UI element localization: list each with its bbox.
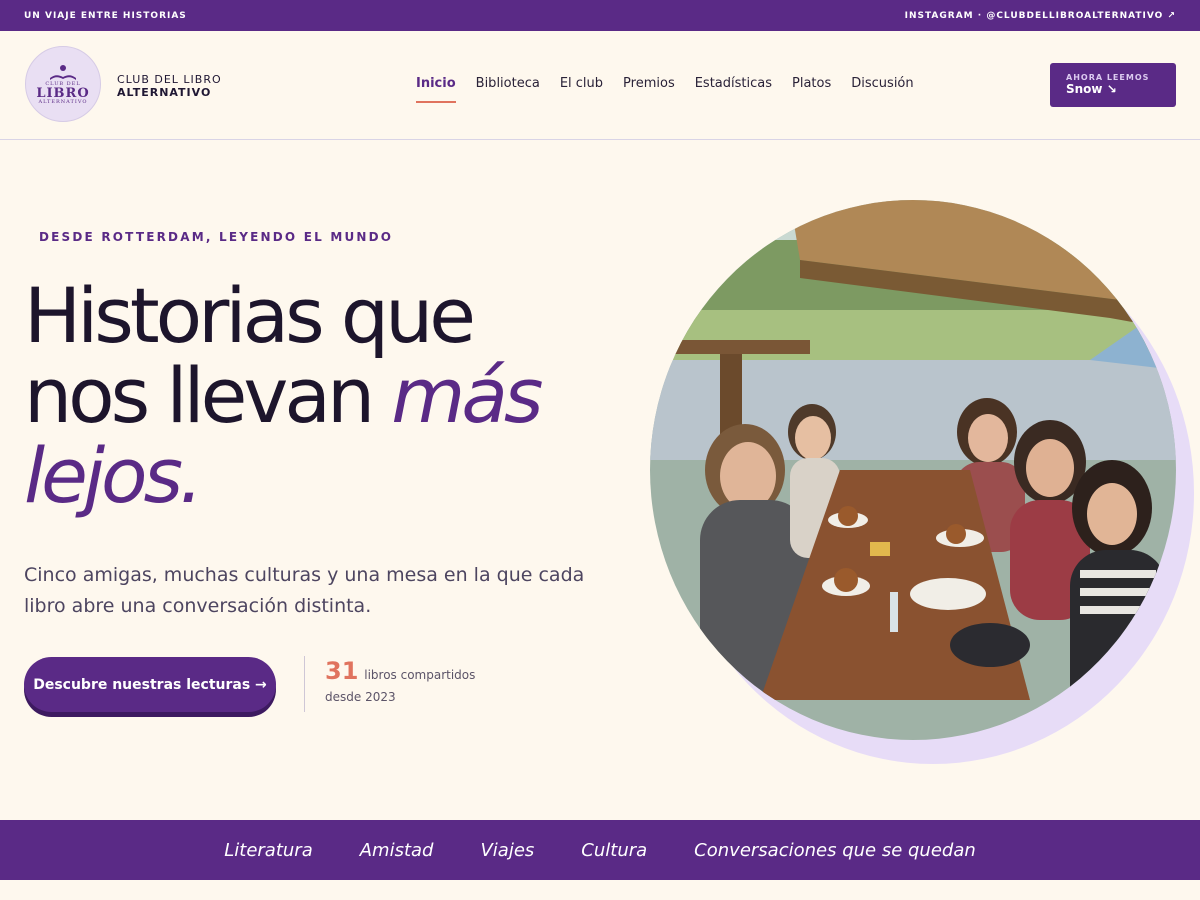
- logo-line-2: LIBRO: [36, 85, 90, 101]
- main-nav: Inicio Biblioteca El club Premios Estadí…: [416, 76, 914, 103]
- hero-title: Historias que nos llevan más lejos.: [24, 276, 634, 516]
- nav-item-el-club[interactable]: El club: [560, 76, 603, 103]
- theme-literatura: Literatura: [224, 839, 313, 861]
- hero-photo: [650, 200, 1176, 740]
- now-reading-title: Snow ↘: [1066, 82, 1117, 96]
- nav-item-discusion[interactable]: Discusión: [851, 76, 913, 103]
- nav-item-inicio[interactable]: Inicio: [416, 76, 456, 103]
- hero-eyebrow: DESDE ROTTERDAM, LEYENDO EL MUNDO: [39, 230, 394, 244]
- open-book-icon: [50, 64, 76, 80]
- themes-band: Literatura Amistad Viajes Cultura Conver…: [0, 820, 1200, 880]
- books-stat: 31 libros compartidos desde 2023: [325, 657, 476, 708]
- theme-viajes: Viajes: [480, 839, 535, 861]
- tagline: UN VIAJE ENTRE HISTORIAS: [24, 10, 187, 21]
- books-count: 31: [325, 657, 359, 685]
- hero-title-part-2: nos llevan: [24, 351, 375, 440]
- club-logo[interactable]: CLUB DEL LIBRO ALTERNATIVO: [25, 46, 101, 122]
- discover-readings-button[interactable]: Descubre nuestras lecturas →: [24, 657, 276, 712]
- brand-line-1: CLUB DEL LIBRO: [117, 73, 222, 86]
- stat-divider: [304, 656, 305, 712]
- site-header: CLUB DEL LIBRO ALTERNATIVO CLUB DEL LIBR…: [0, 31, 1200, 140]
- nav-item-estadisticas[interactable]: Estadísticas: [695, 76, 772, 103]
- books-count-label: libros compartidos: [364, 668, 476, 682]
- brand-name[interactable]: CLUB DEL LIBRO ALTERNATIVO: [117, 73, 222, 99]
- nav-item-premios[interactable]: Premios: [623, 76, 675, 103]
- logo-line-3: ALTERNATIVO: [38, 98, 88, 105]
- hero-lead: Cinco amigas, muchas culturas y una mesa…: [24, 564, 585, 617]
- now-reading-label: AHORA LEEMOS: [1066, 73, 1150, 82]
- friends-dinner-illustration: [650, 200, 1176, 740]
- now-reading-button[interactable]: AHORA LEEMOS Snow ↘: [1050, 63, 1176, 107]
- books-since: desde 2023: [325, 690, 396, 704]
- hero-title-emphasis-2: lejos.: [24, 431, 203, 520]
- theme-conversaciones: Conversaciones que se quedan: [694, 839, 976, 861]
- top-bar: UN VIAJE ENTRE HISTORIAS INSTAGRAM · @CL…: [0, 0, 1200, 31]
- instagram-link[interactable]: INSTAGRAM · @CLUBDELLIBROALTERNATIVO ↗: [905, 11, 1176, 21]
- brand-line-2: ALTERNATIVO: [117, 86, 212, 99]
- theme-cultura: Cultura: [581, 839, 648, 861]
- theme-amistad: Amistad: [359, 839, 434, 861]
- nav-item-biblioteca[interactable]: Biblioteca: [476, 76, 540, 103]
- hero-title-emphasis-1: más: [391, 351, 543, 440]
- hero-title-part-1: Historias que: [24, 271, 476, 360]
- nav-item-platos[interactable]: Platos: [792, 76, 831, 103]
